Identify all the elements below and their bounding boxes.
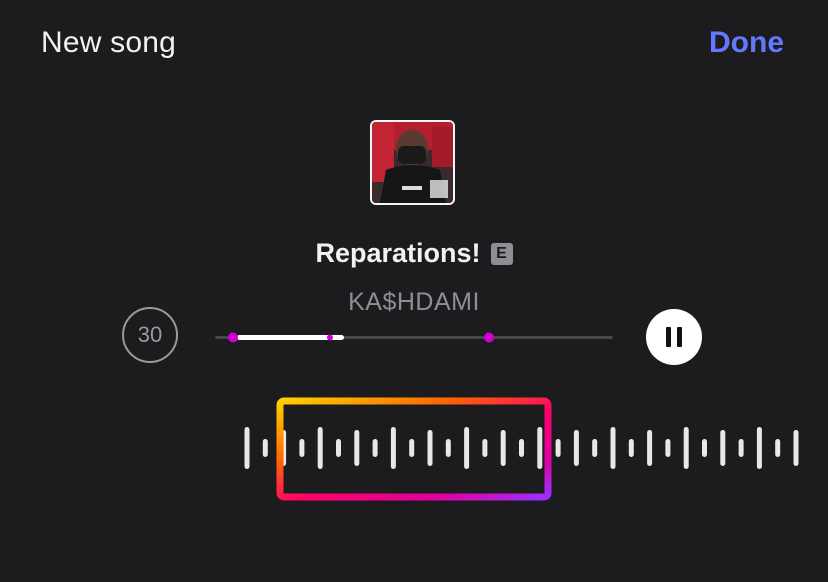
waveform-bar [756, 427, 762, 469]
progress-marker [484, 332, 494, 343]
waveform-bar [702, 439, 707, 457]
waveform-bar [592, 439, 598, 457]
waveform-bar [573, 430, 579, 466]
clip-selection-frame[interactable] [276, 397, 552, 501]
waveform-bar [244, 427, 250, 469]
progress-bar[interactable] [215, 329, 613, 345]
waveform-bar [665, 439, 671, 457]
waveform-bar [262, 439, 268, 457]
waveform-bar [555, 439, 561, 457]
waveform-bar [720, 430, 726, 466]
waveform-bar [628, 439, 634, 457]
done-button[interactable]: Done [709, 26, 784, 60]
artist-name: KA$HDAMI [348, 288, 480, 316]
explicit-badge: E [490, 242, 513, 265]
progress-marker [228, 332, 238, 343]
progress-marker [327, 334, 333, 341]
waveform-bar [610, 427, 616, 469]
waveform-bar [775, 439, 781, 457]
pause-button[interactable] [646, 309, 702, 365]
waveform-bar [683, 427, 689, 469]
waveform-bar [647, 430, 653, 466]
clip-duration-button[interactable]: 30 [122, 307, 178, 363]
waveform-bar [793, 430, 799, 466]
song-title: Reparations! [315, 238, 481, 268]
album-artwork [370, 120, 455, 205]
page-title: New song [41, 26, 177, 59]
song-title-row: Reparations! E [0, 238, 828, 269]
waveform-bar [738, 439, 744, 457]
